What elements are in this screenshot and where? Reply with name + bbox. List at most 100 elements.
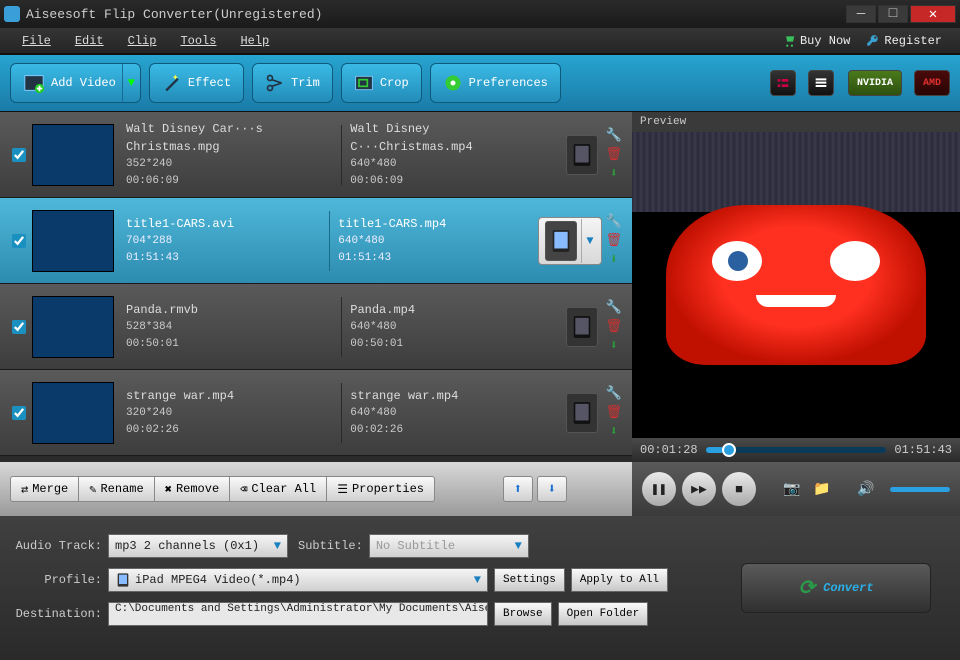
subtitle-combo[interactable]: No Subtitle▼ <box>369 534 529 558</box>
thumbnail <box>32 382 114 444</box>
merge-button[interactable]: ⇄Merge <box>10 476 79 502</box>
edit-icon[interactable]: 🔧 <box>606 128 622 143</box>
menu-clip[interactable]: Clip <box>116 34 169 48</box>
effect-button[interactable]: Effect <box>149 63 244 103</box>
delete-icon[interactable]: 🗑 <box>606 233 623 248</box>
mid-toolbar: ⇄Merge ✎Rename ✖Remove ⌫Clear All ☰Prope… <box>0 462 632 516</box>
edit-icon[interactable]: 🔧 <box>606 300 622 315</box>
source-info: strange war.mp4320*24000:02:26 <box>122 383 337 442</box>
thumbnail <box>32 210 114 272</box>
edit-icon[interactable]: 🔧 <box>606 386 622 401</box>
download-icon[interactable]: ⬇ <box>610 424 618 439</box>
settings-area: Audio Track: mp3 2 channels (0x1)▼ Subti… <box>14 530 726 646</box>
rename-button[interactable]: ✎Rename <box>79 476 154 502</box>
add-video-button[interactable]: Add Video ▼ <box>10 63 141 103</box>
file-row[interactable]: strange war.mp4320*24000:02:26strange wa… <box>0 370 632 456</box>
film-add-icon <box>23 72 45 94</box>
menu-edit[interactable]: Edit <box>63 34 116 48</box>
delete-icon[interactable]: 🗑 <box>606 405 623 420</box>
apply-to-all-button[interactable]: Apply to All <box>571 568 668 592</box>
scissors-icon <box>265 73 285 93</box>
register-link[interactable]: Register <box>858 34 950 48</box>
profile-combo[interactable]: iPad MPEG4 Video(*.mp4)▼ <box>108 568 488 592</box>
move-down-button[interactable]: ⬇ <box>537 476 567 502</box>
edit-icon[interactable]: 🔧 <box>606 214 622 229</box>
properties-button[interactable]: ☰Properties <box>327 476 435 502</box>
timeline: 00:01:28 01:51:43 <box>632 438 960 462</box>
seek-slider[interactable] <box>706 447 887 453</box>
maximize-button[interactable]: □ <box>878 5 908 23</box>
output-profile-button[interactable] <box>566 135 598 175</box>
open-folder-button[interactable]: 📁 <box>810 477 834 501</box>
total-time: 01:51:43 <box>894 443 952 457</box>
menubar: File Edit Clip Tools Help Buy Now Regist… <box>0 28 960 54</box>
source-info: Panda.rmvb528*38400:50:01 <box>122 297 337 356</box>
remove-button[interactable]: ✖Remove <box>155 476 230 502</box>
menu-file[interactable]: File <box>10 34 63 48</box>
file-row[interactable]: title1-CARS.avi704*28801:51:43title1-CAR… <box>0 198 632 284</box>
file-list: Walt Disney Car···s Christmas.mpg352*240… <box>0 112 632 462</box>
view-details-button[interactable] <box>808 70 834 96</box>
window-title: Aiseesoft Flip Converter(Unregistered) <box>26 7 844 22</box>
profile-label: Profile: <box>14 573 102 587</box>
browse-button[interactable]: Browse <box>494 602 552 626</box>
output-info: strange war.mp4640*48000:02:26 <box>346 383 561 442</box>
delete-icon[interactable]: 🗑 <box>606 319 623 334</box>
trim-button[interactable]: Trim <box>252 63 333 103</box>
destination-field[interactable]: C:\Documents and Settings\Administrator\… <box>108 602 488 626</box>
app-icon <box>4 6 20 22</box>
delete-icon[interactable]: 🗑 <box>606 147 623 162</box>
output-profile-button[interactable] <box>566 307 598 347</box>
amd-badge: AMD <box>914 70 950 96</box>
settings-button[interactable]: Settings <box>494 568 565 592</box>
buy-now-link[interactable]: Buy Now <box>774 34 858 48</box>
profile-dropdown[interactable]: ▼ <box>581 219 599 263</box>
move-up-button[interactable]: ⬆ <box>503 476 533 502</box>
download-icon[interactable]: ⬇ <box>610 338 618 353</box>
row-checkbox[interactable] <box>12 148 26 162</box>
row-checkbox[interactable] <box>12 320 26 334</box>
menu-tools[interactable]: Tools <box>168 34 228 48</box>
player-controls: ❚❚ ▶▶ ■ 📷 📁 🔊 <box>632 462 960 516</box>
pause-button[interactable]: ❚❚ <box>642 472 676 506</box>
thumbnail <box>32 296 114 358</box>
convert-button[interactable]: ⟳ Convert <box>741 563 931 613</box>
audio-track-label: Audio Track: <box>14 539 102 553</box>
view-list-button[interactable] <box>770 70 796 96</box>
minimize-button[interactable]: — <box>846 5 876 23</box>
file-row[interactable]: Walt Disney Car···s Christmas.mpg352*240… <box>0 112 632 198</box>
clear-all-button[interactable]: ⌫Clear All <box>230 476 327 502</box>
volume-icon[interactable]: 🔊 <box>854 477 878 501</box>
row-checkbox[interactable] <box>12 234 26 248</box>
output-profile-button[interactable]: ▼ <box>538 217 602 265</box>
step-button[interactable]: ▶▶ <box>682 472 716 506</box>
file-row[interactable]: Panda.rmvb528*38400:50:01Panda.mp4640*48… <box>0 284 632 370</box>
preview-panel: Preview 00:01:28 01:51:43 <box>632 112 960 462</box>
audio-track-combo[interactable]: mp3 2 channels (0x1)▼ <box>108 534 288 558</box>
output-info: Walt Disney C···Christmas.mp4640*48000:0… <box>346 116 561 193</box>
download-icon[interactable]: ⬇ <box>610 252 618 267</box>
open-folder-dest-button[interactable]: Open Folder <box>558 602 649 626</box>
output-profile-button[interactable] <box>566 393 598 433</box>
crop-icon <box>354 73 374 93</box>
volume-slider[interactable] <box>890 487 950 492</box>
source-info: Walt Disney Car···s Christmas.mpg352*240… <box>122 116 337 193</box>
destination-label: Destination: <box>14 607 102 621</box>
snapshot-button[interactable]: 📷 <box>780 477 804 501</box>
preview-video[interactable] <box>632 132 960 438</box>
preferences-button[interactable]: Preferences <box>430 63 561 103</box>
gear-icon <box>443 73 463 93</box>
subtitle-label: Subtitle: <box>294 539 363 553</box>
current-time: 00:01:28 <box>640 443 698 457</box>
nvidia-badge: NVIDIA <box>848 70 902 96</box>
crop-button[interactable]: Crop <box>341 63 422 103</box>
download-icon[interactable]: ⬇ <box>610 166 618 181</box>
close-button[interactable]: ✕ <box>910 5 956 23</box>
menu-help[interactable]: Help <box>228 34 281 48</box>
ipad-icon <box>545 221 577 261</box>
stop-button[interactable]: ■ <box>722 472 756 506</box>
convert-icon: ⟳ <box>798 575 815 601</box>
row-checkbox[interactable] <box>12 406 26 420</box>
add-video-dropdown[interactable]: ▼ <box>122 64 140 102</box>
output-info: title1-CARS.mp4640*48001:51:43 <box>334 211 537 270</box>
